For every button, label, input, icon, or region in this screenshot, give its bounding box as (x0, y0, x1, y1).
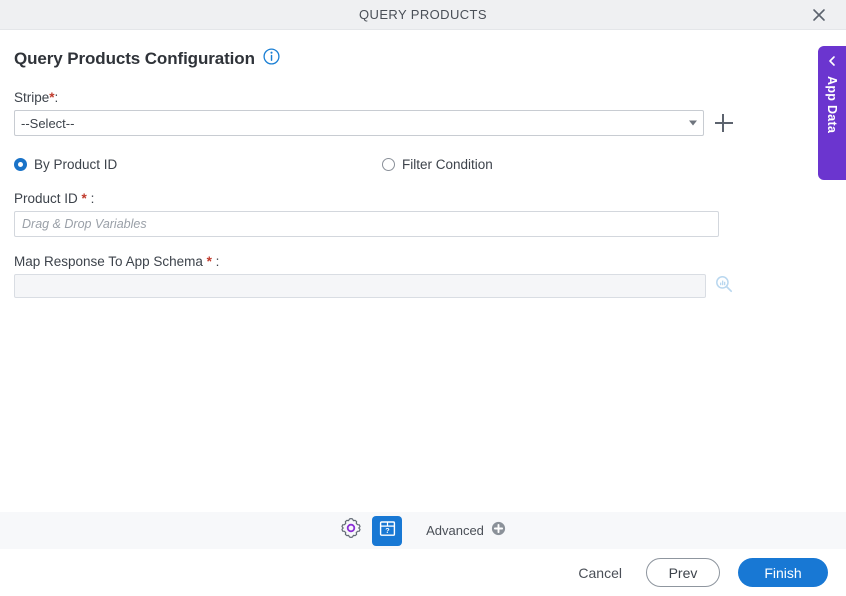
package-question-icon: ? (378, 519, 397, 543)
package-question-button[interactable]: ? (372, 515, 403, 546)
dialog-titlebar: QUERY PRODUCTS (0, 0, 846, 30)
stripe-label-text: Stripe (14, 90, 50, 105)
dialog-footer: Cancel Prev Finish (0, 549, 846, 596)
query-products-dialog: QUERY PRODUCTS Query Products Configurat… (0, 0, 846, 596)
advanced-settings-button[interactable]: Advanced (426, 521, 506, 541)
dialog-title: QUERY PRODUCTS (359, 7, 487, 22)
plus-circle-icon[interactable] (491, 521, 506, 541)
page-title: Query Products Configuration (14, 48, 806, 70)
map-response-row (14, 274, 806, 298)
map-response-input[interactable] (14, 274, 706, 298)
cancel-button[interactable]: Cancel (572, 561, 628, 585)
stripe-label-colon: : (54, 90, 59, 105)
prev-button[interactable]: Prev (646, 558, 720, 587)
stripe-row: --Select-- (14, 110, 806, 136)
app-data-label: App Data (825, 76, 839, 134)
chevron-left-icon (826, 54, 838, 72)
query-mode-radio-group: By Product ID Filter Condition (14, 155, 806, 173)
gear-icon[interactable] (340, 517, 362, 544)
advanced-label: Advanced (426, 523, 484, 538)
stripe-select[interactable]: --Select-- (14, 110, 704, 136)
close-button[interactable] (800, 0, 838, 30)
advanced-toolbar: ? Advanced (0, 512, 846, 549)
product-id-label: Product ID * : (14, 191, 806, 206)
map-response-required-mark: * (206, 254, 212, 269)
product-id-input[interactable] (14, 211, 719, 237)
map-response-field: Map Response To App Schema * : (14, 254, 806, 298)
product-id-label-colon: : (90, 191, 95, 206)
radio-filter-condition-dot (382, 157, 395, 171)
radio-filter-condition[interactable]: Filter Condition (382, 157, 493, 172)
map-response-label-text: Map Response To App Schema (14, 254, 203, 269)
dialog-body: Query Products Configuration Stripe*: --… (0, 30, 820, 510)
finish-button[interactable]: Finish (738, 558, 828, 587)
stripe-label: Stripe*: (14, 90, 806, 105)
radio-by-product-id-dot (14, 157, 27, 171)
close-icon (811, 7, 827, 23)
page-title-text: Query Products Configuration (14, 49, 255, 68)
add-stripe-connection-button[interactable] (714, 113, 734, 133)
app-data-panel-toggle[interactable]: App Data (818, 46, 846, 180)
info-icon[interactable] (263, 48, 280, 70)
stripe-selected-value: --Select-- (21, 115, 75, 131)
svg-text:?: ? (385, 526, 389, 535)
product-id-required-mark: * (81, 191, 87, 206)
radio-by-product-id-label: By Product ID (34, 156, 118, 172)
chevron-down-icon (689, 120, 697, 126)
product-id-field: Product ID * : (14, 191, 806, 237)
search-schema-icon[interactable] (715, 275, 733, 298)
radio-by-product-id[interactable]: By Product ID (14, 157, 382, 172)
product-id-label-text: Product ID (14, 191, 78, 206)
map-response-label: Map Response To App Schema * : (14, 254, 806, 269)
radio-filter-condition-label: Filter Condition (402, 156, 493, 172)
map-response-label-colon: : (215, 254, 220, 269)
